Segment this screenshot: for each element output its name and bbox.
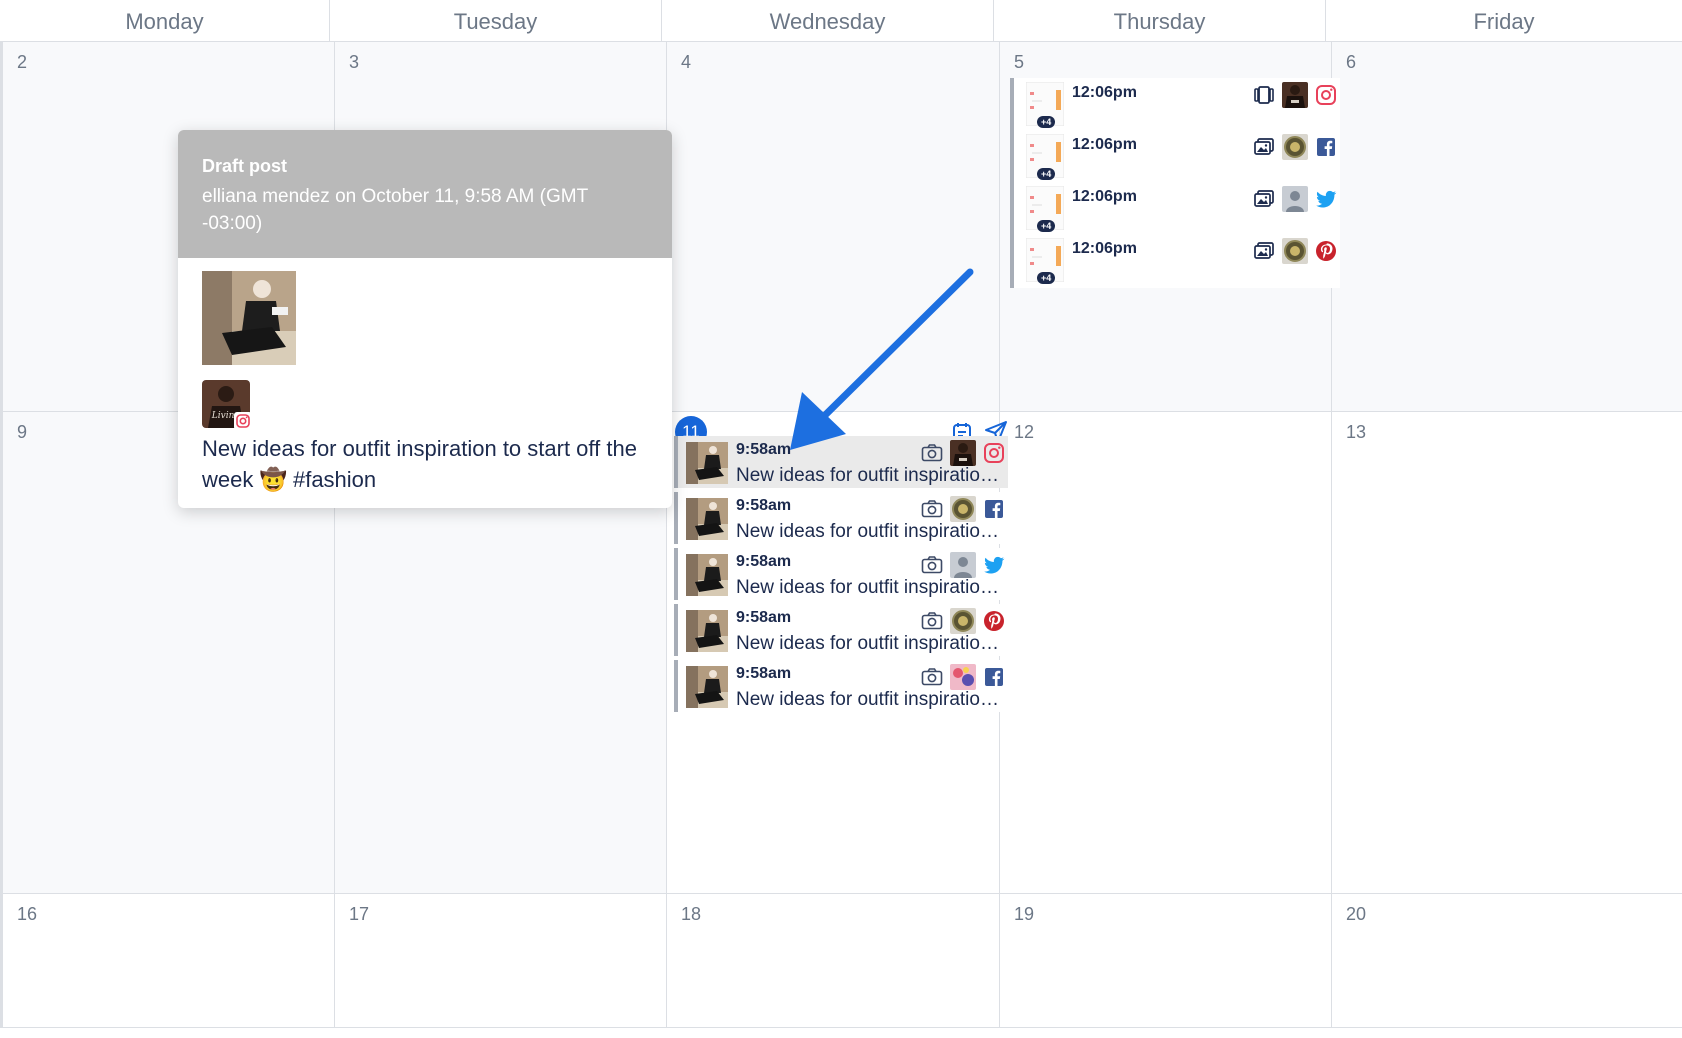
- day-cell[interactable]: 6: [1332, 42, 1682, 411]
- popover-subtitle: elliana mendez on October 11, 9:58 AM (G…: [202, 186, 588, 234]
- day-number: 2: [17, 52, 28, 72]
- day-number: 6: [1346, 52, 1357, 72]
- pinterest-icon: [982, 609, 1006, 638]
- carousel-icon: [1252, 83, 1276, 112]
- post-icons: [1252, 82, 1338, 113]
- post-icons: [1252, 134, 1338, 165]
- facebook-icon: [982, 497, 1006, 526]
- media-count-badge: +4: [1037, 220, 1056, 232]
- scheduled-post-card[interactable]: +4 12:06pm: [1010, 182, 1340, 236]
- account-avatar: [950, 608, 976, 639]
- facebook-icon: [1314, 135, 1338, 164]
- post-time: 12:06pm: [1072, 188, 1137, 205]
- weekday-wednesday: Wednesday: [662, 0, 994, 42]
- instagram-icon: [982, 441, 1006, 470]
- post-time: 9:58am: [736, 609, 792, 626]
- scheduled-post-card[interactable]: +4 12:06pm: [1010, 130, 1340, 184]
- pinterest-icon: [1314, 239, 1338, 268]
- day-cell[interactable]: 17: [335, 894, 667, 1027]
- day-number: 12: [1014, 422, 1035, 442]
- scheduled-post-card[interactable]: 9:58am New ideas for outfit inspiratio…: [674, 548, 1008, 600]
- weekday-header: Monday Tuesday Wednesday Thursday Friday: [0, 0, 1682, 42]
- day-number: 3: [349, 52, 360, 72]
- weekday-thursday: Thursday: [994, 0, 1326, 42]
- day-cell[interactable]: 12: [1000, 412, 1332, 893]
- post-time: 9:58am: [736, 497, 792, 514]
- camera-icon: [920, 553, 944, 582]
- week-row: 16 17 18 19 20: [0, 894, 1682, 1028]
- day-cell[interactable]: 16: [0, 894, 335, 1027]
- account-avatar: [1282, 82, 1308, 113]
- post-caption: New ideas for outfit inspiration to star…: [202, 436, 637, 492]
- day-cell[interactable]: 18: [667, 894, 1000, 1027]
- scheduled-post-card[interactable]: 9:58am New ideas for outfit inspiratio…: [674, 492, 1008, 544]
- scheduled-post-card[interactable]: 9:58am New ideas for outfit inspiratio…: [674, 604, 1008, 656]
- weekday-monday: Monday: [0, 0, 330, 42]
- twitter-icon: [982, 553, 1006, 582]
- account-avatar: [950, 496, 976, 527]
- day-cell[interactable]: 13: [1332, 412, 1682, 893]
- facebook-icon: [982, 665, 1006, 694]
- camera-icon: [920, 497, 944, 526]
- twitter-icon: [1314, 187, 1338, 216]
- day-number: 9: [17, 422, 28, 442]
- day-number: 17: [349, 904, 370, 924]
- post-icons: [1252, 186, 1338, 217]
- day-number: 5: [1014, 52, 1025, 72]
- post-icons: [920, 664, 1006, 695]
- scheduled-post-card[interactable]: +4 12:06pm: [1010, 234, 1340, 288]
- weekday-friday: Friday: [1473, 9, 1535, 34]
- media-count-badge: +4: [1037, 116, 1056, 128]
- post-icons: [920, 552, 1006, 583]
- annotation-arrow-icon: [790, 268, 974, 450]
- post-time: 9:58am: [736, 665, 792, 682]
- gallery-icon: [1252, 187, 1276, 216]
- media-count-badge: +4: [1037, 168, 1056, 180]
- popover-header: Draft post elliana mendez on October 11,…: [178, 130, 672, 258]
- post-time: 12:06pm: [1072, 84, 1137, 101]
- day-number: 20: [1346, 904, 1367, 924]
- calendar-month-view: Monday Tuesday Wednesday Thursday Friday…: [0, 0, 1682, 1038]
- post-time: 9:58am: [736, 553, 792, 570]
- post-icons: [920, 608, 1006, 639]
- scheduled-post-card[interactable]: 9:58am New ideas for outfit inspiratio…: [674, 660, 1008, 712]
- instagram-icon: [234, 412, 252, 430]
- post-preview-popover: Draft post elliana mendez on October 11,…: [178, 130, 672, 508]
- gallery-icon: [1252, 135, 1276, 164]
- day-number: 19: [1014, 904, 1035, 924]
- account-avatar: [950, 664, 976, 695]
- post-time: 12:06pm: [1072, 240, 1137, 257]
- scheduled-post-card[interactable]: +4 12:06pm: [1010, 78, 1340, 132]
- day-number: 18: [681, 904, 702, 924]
- instagram-icon: [1314, 83, 1338, 112]
- camera-icon: [920, 665, 944, 694]
- account-avatar: [1282, 134, 1308, 165]
- gallery-icon: [1252, 239, 1276, 268]
- camera-icon: [920, 609, 944, 638]
- post-icons: [920, 496, 1006, 527]
- media-count-badge: +4: [1037, 272, 1056, 284]
- day-cell[interactable]: 20: [1332, 894, 1682, 1027]
- weekday-tuesday: Tuesday: [330, 0, 662, 42]
- day-number: 13: [1346, 422, 1367, 442]
- account-avatar: [1282, 186, 1308, 217]
- day-number: 16: [17, 904, 38, 924]
- account-avatar: [1282, 238, 1308, 269]
- post-icons: [1252, 238, 1338, 269]
- account-avatar: [950, 552, 976, 583]
- day-cell[interactable]: 19: [1000, 894, 1332, 1027]
- popover-title: Draft post: [202, 156, 287, 176]
- post-image[interactable]: [202, 271, 296, 365]
- post-time: 12:06pm: [1072, 136, 1137, 153]
- day-number: 4: [681, 52, 692, 72]
